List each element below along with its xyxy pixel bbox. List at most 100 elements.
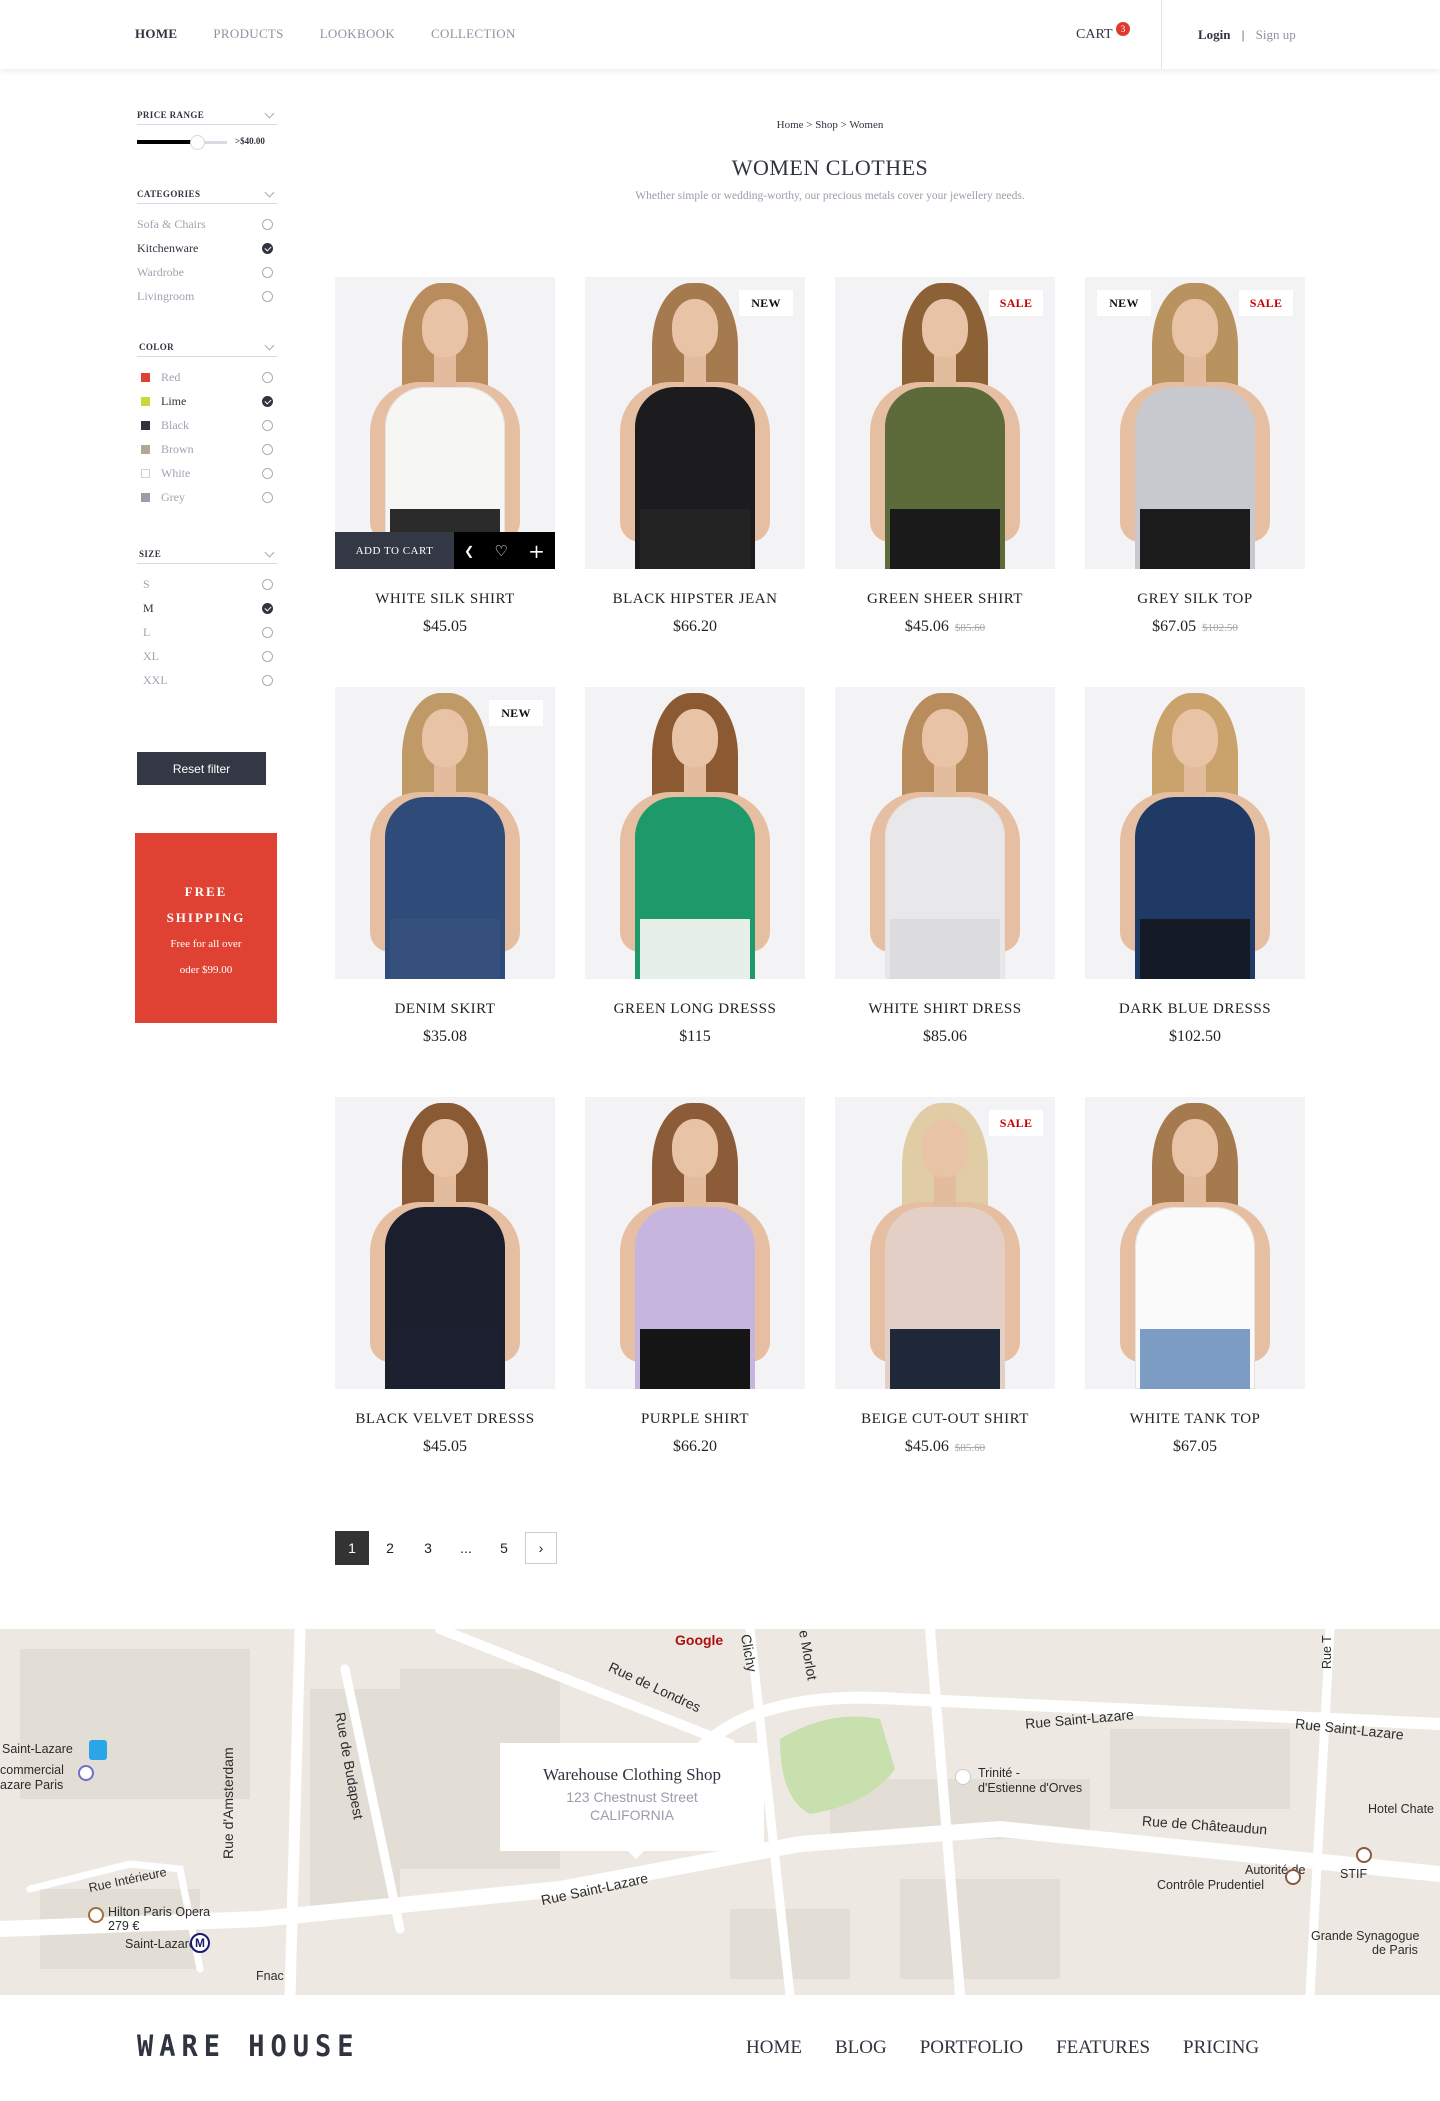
radio-empty-icon[interactable] xyxy=(262,266,273,278)
color-option[interactable]: Grey xyxy=(137,485,277,509)
page-button[interactable]: 3 xyxy=(411,1531,445,1565)
categories-option[interactable]: Kitchenware xyxy=(137,236,277,260)
nav-products[interactable]: PRODUCTS xyxy=(213,26,283,42)
product-name[interactable]: PURPLE SHIRT xyxy=(585,1411,805,1428)
chevron-down-icon[interactable] xyxy=(264,547,275,557)
product-card[interactable]: PURPLE SHIRT $66.20 xyxy=(585,1097,805,1507)
color-header[interactable]: COLOR xyxy=(137,340,277,357)
reset-filter-button[interactable]: Reset filter xyxy=(137,752,266,785)
page-button[interactable]: 2 xyxy=(373,1531,407,1565)
radio-empty-icon[interactable] xyxy=(262,674,273,686)
product-card[interactable]: SALE BEIGE CUT-OUT SHIRT $45.06 $85.60 xyxy=(835,1097,1055,1507)
nav-home[interactable]: HOME xyxy=(135,26,177,42)
product-image[interactable] xyxy=(585,1097,805,1389)
radio-empty-icon[interactable] xyxy=(262,491,273,503)
radio-empty-icon[interactable] xyxy=(262,650,273,662)
product-card[interactable]: GREEN LONG DRESSS $115 xyxy=(585,687,805,1097)
product-image[interactable]: SALE xyxy=(835,277,1055,569)
size-option[interactable]: M xyxy=(137,596,277,620)
footer-nav-blog[interactable]: BLOG xyxy=(835,2037,887,2059)
product-name[interactable]: WHITE SHIRT DRESS xyxy=(835,1001,1055,1018)
product-name[interactable]: GREY SILK TOP xyxy=(1085,591,1305,608)
product-name[interactable]: BLACK VELVET DRESSS xyxy=(335,1411,555,1428)
page-button[interactable]: 5 xyxy=(487,1531,521,1565)
radio-empty-icon[interactable] xyxy=(262,578,273,590)
categories-option[interactable]: Livingroom xyxy=(137,284,277,308)
footer-nav-home[interactable]: HOME xyxy=(746,2037,802,2059)
size-option[interactable]: S xyxy=(137,572,277,596)
slider-handle[interactable] xyxy=(189,135,205,150)
product-image[interactable] xyxy=(835,687,1055,979)
color-option[interactable]: Red xyxy=(137,365,277,389)
next-page-button[interactable]: › xyxy=(525,1532,557,1564)
color-option[interactable]: Lime xyxy=(137,389,277,413)
nav-lookbook[interactable]: LOOKBOOK xyxy=(320,26,395,42)
product-image[interactable]: ADD TO CART ❮ ♡ + xyxy=(335,277,555,569)
breadcrumb[interactable]: Home > Shop > Women xyxy=(0,119,1440,131)
radio-empty-icon[interactable] xyxy=(262,467,273,479)
page-button[interactable]: 1 xyxy=(335,1531,369,1565)
radio-checked-icon[interactable] xyxy=(262,602,273,614)
color-option[interactable]: White xyxy=(137,461,277,485)
product-card[interactable]: WHITE TANK TOP $67.05 xyxy=(1085,1097,1305,1507)
product-name[interactable]: GREEN SHEER SHIRT xyxy=(835,591,1055,608)
product-name[interactable]: GREEN LONG DRESSS xyxy=(585,1001,805,1018)
product-name[interactable]: WHITE TANK TOP xyxy=(1085,1411,1305,1428)
plus-icon[interactable]: + xyxy=(528,539,545,563)
product-image[interactable] xyxy=(1085,687,1305,979)
radio-empty-icon[interactable] xyxy=(262,218,273,230)
product-name[interactable]: DARK BLUE DRESSS xyxy=(1085,1001,1305,1018)
heart-icon[interactable]: ♡ xyxy=(494,542,507,560)
product-card[interactable]: SALE GREEN SHEER SHIRT $45.06 $85.60 xyxy=(835,277,1055,687)
radio-checked-icon[interactable] xyxy=(262,242,273,254)
radio-empty-icon[interactable] xyxy=(262,626,273,638)
product-name[interactable]: BEIGE CUT-OUT SHIRT xyxy=(835,1411,1055,1428)
color-option[interactable]: Brown xyxy=(137,437,277,461)
footer-logo[interactable]: WARE HOUSE xyxy=(137,2029,360,2063)
add-to-cart-button[interactable]: ADD TO CART xyxy=(335,532,454,569)
product-card[interactable]: BLACK VELVET DRESSS $45.05 xyxy=(335,1097,555,1507)
chevron-down-icon[interactable] xyxy=(264,108,275,118)
footer-nav-pricing[interactable]: PRICING xyxy=(1183,2037,1259,2059)
radio-empty-icon[interactable] xyxy=(262,419,273,431)
size-option[interactable]: L xyxy=(137,620,277,644)
cart-link[interactable]: CART 3 xyxy=(1076,22,1130,43)
product-image[interactable] xyxy=(585,687,805,979)
product-card[interactable]: ADD TO CART ❮ ♡ + WHITE SILK SHIRT $45.05 xyxy=(335,277,555,687)
color-option[interactable]: Black xyxy=(137,413,277,437)
product-name[interactable]: DENIM SKIRT xyxy=(335,1001,555,1018)
login-link[interactable]: Login xyxy=(1198,27,1231,42)
product-card[interactable]: WHITE SHIRT DRESS $85.06 xyxy=(835,687,1055,1097)
size-option[interactable]: XL xyxy=(137,644,277,668)
categories-option[interactable]: Sofa & Chairs xyxy=(137,212,277,236)
product-image[interactable] xyxy=(1085,1097,1305,1389)
product-card[interactable]: NEW SALE GREY SILK TOP $67.05 $102.50 xyxy=(1085,277,1305,687)
product-image[interactable] xyxy=(335,1097,555,1389)
radio-checked-icon[interactable] xyxy=(262,395,273,407)
model-figure xyxy=(335,1097,555,1389)
footer-nav-portfolio[interactable]: PORTFOLIO xyxy=(920,2037,1023,2059)
radio-empty-icon[interactable] xyxy=(262,371,273,383)
size-option[interactable]: XXL xyxy=(137,668,277,692)
product-card[interactable]: NEW DENIM SKIRT $35.08 xyxy=(335,687,555,1097)
footer-nav-features[interactable]: FEATURES xyxy=(1056,2037,1150,2059)
signup-link[interactable]: Sign up xyxy=(1256,27,1296,42)
product-image[interactable]: SALE xyxy=(835,1097,1055,1389)
size-header[interactable]: SIZE xyxy=(137,547,277,564)
price-slider[interactable]: >$40.00 xyxy=(137,133,277,153)
share-icon[interactable]: ❮ xyxy=(464,544,474,558)
radio-empty-icon[interactable] xyxy=(262,443,273,455)
chevron-down-icon[interactable] xyxy=(264,340,275,350)
radio-empty-icon[interactable] xyxy=(262,290,273,302)
product-name[interactable]: BLACK HIPSTER JEAN xyxy=(585,591,805,608)
product-name[interactable]: WHITE SILK SHIRT xyxy=(335,591,555,608)
categories-option[interactable]: Wardrobe xyxy=(137,260,277,284)
color-list: Red Lime Black Brown White Grey xyxy=(137,365,277,509)
product-image[interactable]: NEW SALE xyxy=(1085,277,1305,569)
nav-collection[interactable]: COLLECTION xyxy=(431,26,516,42)
product-card[interactable]: DARK BLUE DRESSS $102.50 xyxy=(1085,687,1305,1097)
product-image[interactable]: NEW xyxy=(335,687,555,979)
product-card[interactable]: NEW BLACK HIPSTER JEAN $66.20 xyxy=(585,277,805,687)
product-image[interactable]: NEW xyxy=(585,277,805,569)
model-neck xyxy=(434,761,456,801)
